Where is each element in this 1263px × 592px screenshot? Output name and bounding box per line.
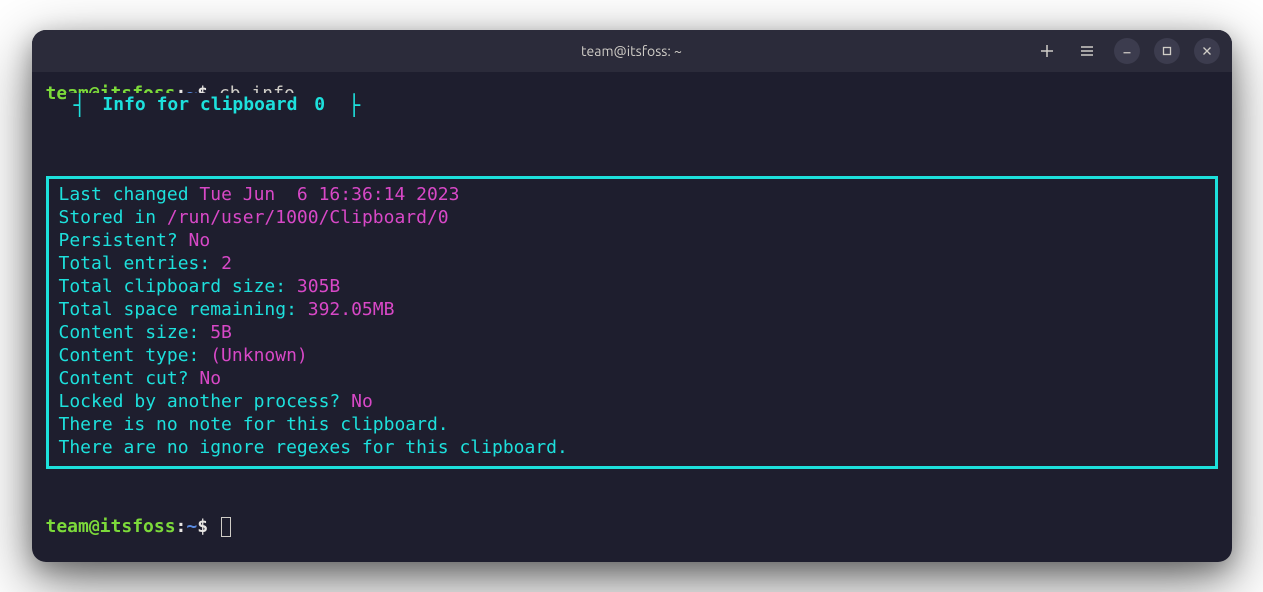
prompt-dollar-2: $ bbox=[197, 516, 219, 537]
prompt-path-2: ~ bbox=[186, 516, 197, 537]
plus-icon bbox=[1039, 43, 1055, 59]
window-title: team@itsfoss: ~ bbox=[581, 43, 682, 59]
info-last-changed: Last changed Tue Jun 6 16:36:14 2023 bbox=[59, 183, 1205, 206]
box-title-num: 0 bbox=[314, 93, 325, 116]
info-total-entries: Total entries: 2 bbox=[59, 252, 1205, 275]
maximize-button[interactable] bbox=[1154, 38, 1180, 64]
content-size-value: 5B bbox=[210, 322, 232, 343]
content-type-label: Content type: bbox=[59, 345, 211, 366]
box-title-prefix: Info for clipboard bbox=[92, 93, 309, 116]
info-box-title: ┤ Info for clipboard 0 ├ bbox=[66, 93, 369, 116]
info-content-type: Content type: (Unknown) bbox=[59, 344, 1205, 367]
info-stored-in: Stored in /run/user/1000/Clipboard/0 bbox=[59, 206, 1205, 229]
info-box-border: Last changed Tue Jun 6 16:36:14 2023Stor… bbox=[46, 176, 1218, 468]
close-icon bbox=[1200, 44, 1214, 58]
info-content-size: Content size: 5B bbox=[59, 321, 1205, 344]
last-changed-value: Tue Jun 6 16:36:14 2023 bbox=[199, 184, 459, 205]
info-no-note: There is no note for this clipboard. bbox=[59, 413, 1205, 436]
total-entries-label: Total entries: bbox=[59, 253, 222, 274]
info-space-remaining: Total space remaining: 392.05MB bbox=[59, 298, 1205, 321]
content-size-label: Content size: bbox=[59, 322, 211, 343]
hamburger-icon bbox=[1079, 43, 1095, 59]
info-locked: Locked by another process? No bbox=[59, 390, 1205, 413]
prompt-user-2: team@itsfoss bbox=[46, 516, 176, 537]
content-cut-value: No bbox=[199, 368, 221, 389]
info-total-size: Total clipboard size: 305B bbox=[59, 275, 1205, 298]
locked-value: No bbox=[351, 391, 373, 412]
stored-in-label: Stored in bbox=[59, 207, 167, 228]
total-size-value: 305B bbox=[297, 276, 340, 297]
stored-in-value: /run/user/1000/Clipboard/0 bbox=[167, 207, 449, 228]
titlebar: team@itsfoss: ~ bbox=[32, 30, 1232, 72]
locked-label: Locked by another process? bbox=[59, 391, 352, 412]
info-persistent: Persistent? No bbox=[59, 229, 1205, 252]
box-title-suffix bbox=[331, 93, 342, 116]
terminal-window: team@itsfoss: ~ team@itsfoss:~$ cb info … bbox=[32, 30, 1232, 562]
prompt-line-2: team@itsfoss:~$ bbox=[46, 516, 231, 537]
menu-button[interactable] bbox=[1074, 38, 1100, 64]
box-bracket-left: ┤ bbox=[74, 95, 86, 115]
space-remaining-value: 392.05MB bbox=[308, 299, 395, 320]
space-remaining-label: Total space remaining: bbox=[59, 299, 308, 320]
total-entries-value: 2 bbox=[221, 253, 232, 274]
last-changed-label: Last changed bbox=[59, 184, 200, 205]
close-button[interactable] bbox=[1194, 38, 1220, 64]
terminal-body[interactable]: team@itsfoss:~$ cb info ┤ Info for clipb… bbox=[32, 72, 1232, 562]
content-cut-label: Content cut? bbox=[59, 368, 200, 389]
persistent-value: No bbox=[189, 230, 211, 251]
cursor bbox=[221, 517, 231, 537]
new-tab-button[interactable] bbox=[1034, 38, 1060, 64]
minimize-button[interactable] bbox=[1114, 38, 1140, 64]
total-size-label: Total clipboard size: bbox=[59, 276, 297, 297]
content-type-value: (Unknown) bbox=[210, 345, 308, 366]
info-content-cut: Content cut? No bbox=[59, 367, 1205, 390]
info-no-regex: There are no ignore regexes for this cli… bbox=[59, 436, 1205, 459]
persistent-label: Persistent? bbox=[59, 230, 189, 251]
prompt-sep-2: : bbox=[176, 516, 187, 537]
minimize-icon bbox=[1120, 44, 1134, 58]
info-box: ┤ Info for clipboard 0 ├ Last changed Tu… bbox=[46, 107, 1218, 492]
window-controls bbox=[1034, 38, 1220, 64]
maximize-icon bbox=[1160, 44, 1174, 58]
box-bracket-right: ├ bbox=[348, 95, 360, 115]
